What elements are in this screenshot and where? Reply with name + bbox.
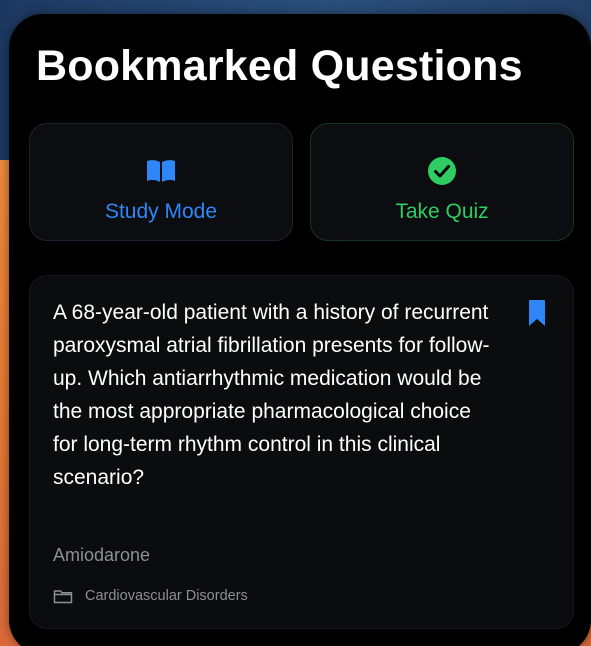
answer-text: Amiodarone (53, 545, 151, 565)
checkmark-circle-icon (425, 157, 459, 185)
take-quiz-label: Take Quiz (395, 200, 489, 223)
study-mode-label: Study Mode (104, 200, 218, 223)
book-icon (144, 157, 178, 185)
take-quiz-button[interactable]: Take Quiz (310, 123, 574, 241)
study-mode-button[interactable]: Study Mode (29, 123, 293, 241)
bookmarks-panel: Bookmarked Questions Study Mode Take Qui… (9, 14, 591, 646)
page-title: Bookmarked Questions (36, 42, 523, 90)
category-tag: Cardiovascular Disorders (53, 588, 248, 604)
bookmark-icon[interactable] (528, 299, 546, 327)
category-label: Cardiovascular Disorders (85, 588, 248, 604)
bookmarked-question-card[interactable]: A 68-year-old patient with a history of … (29, 275, 574, 629)
question-text: A 68-year-old patient with a history of … (53, 301, 490, 489)
folder-icon (53, 589, 73, 604)
